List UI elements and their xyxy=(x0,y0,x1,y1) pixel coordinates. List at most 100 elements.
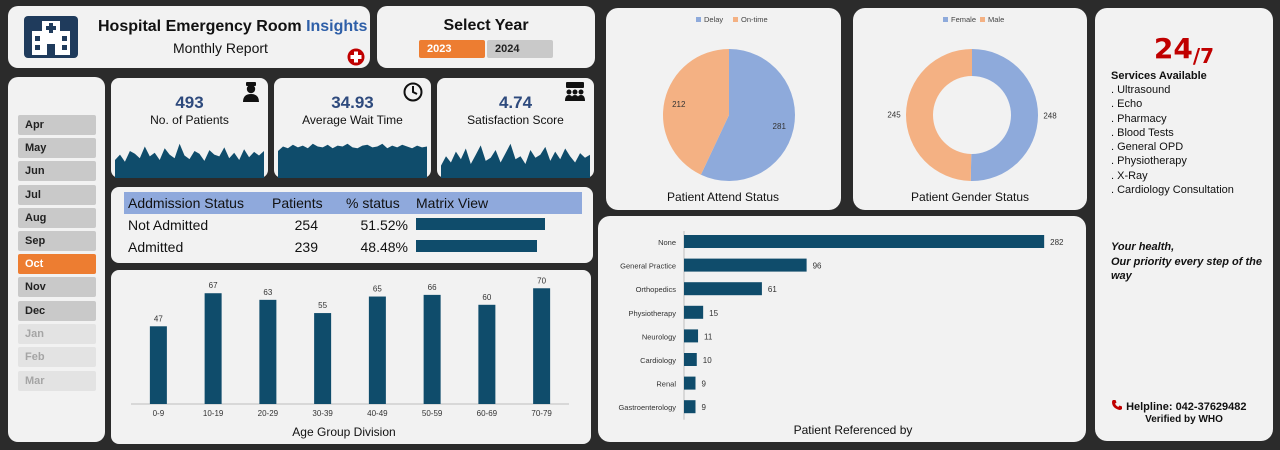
month-button-nov[interactable]: Nov xyxy=(18,277,96,297)
helpline: Helpline: 042-37629482 xyxy=(1111,399,1247,413)
legend-label: On-time xyxy=(741,15,768,24)
tick-label: 10-19 xyxy=(203,409,224,418)
kpi-card-satisfaction: 4.74 Satisfaction Score xyxy=(437,78,594,178)
age-bar xyxy=(423,294,441,404)
month-button-jul[interactable]: Jul xyxy=(18,185,96,205)
data-label: 67 xyxy=(209,281,218,290)
month-button-feb[interactable]: Feb xyxy=(18,347,96,367)
reference-bar xyxy=(684,400,696,414)
data-label: 63 xyxy=(263,288,272,297)
admission-table: Addmission Status Patients % status Matr… xyxy=(124,192,582,258)
referenced-by-card: 282 None 96 General Practice 61 Orthopedics 15… xyxy=(598,216,1086,442)
hours-banner: 24/7 xyxy=(1153,32,1215,68)
title-card: Hospital Emergency Room Insights Monthly… xyxy=(8,6,370,68)
tick-label: 60-69 xyxy=(477,409,498,418)
list-item: . Echo xyxy=(1111,98,1143,111)
table-header-row: Addmission Status Patients % status Matr… xyxy=(124,192,582,214)
legend-label: Male xyxy=(988,15,1004,24)
column-header: Matrix View xyxy=(412,192,582,214)
red-cross-icon xyxy=(347,48,365,66)
legend-swatch xyxy=(980,17,985,22)
reference-bar xyxy=(684,235,1045,248)
dashboard-subtitle: Monthly Report xyxy=(173,40,268,56)
data-label: 9 xyxy=(701,403,706,412)
age-bar xyxy=(368,296,386,404)
month-button-sep[interactable]: Sep xyxy=(18,231,96,251)
age-group-chart: 47 0-9 67 10-19 63 20-29 55 30-39 65 40-49 66 50-59… xyxy=(131,276,569,439)
patients-cell: 239 xyxy=(294,239,318,255)
pie-slice xyxy=(905,49,972,181)
matrix-cell xyxy=(412,236,582,258)
sparkline-wait-time xyxy=(278,143,427,178)
age-bar xyxy=(204,293,222,404)
year-button-2024[interactable]: 2024 xyxy=(487,40,553,58)
kpi-label: No. of Patients xyxy=(150,113,229,127)
matrix-cell xyxy=(412,214,582,236)
month-button-may[interactable]: May xyxy=(18,138,96,158)
sparkline-area xyxy=(441,143,590,178)
reference-bar xyxy=(684,282,762,296)
slice-label: 248 xyxy=(1043,112,1057,121)
month-button-jun[interactable]: Jun xyxy=(18,161,96,181)
status-cell: Not Admitted xyxy=(128,217,209,233)
month-button-jan[interactable]: Jan xyxy=(18,324,96,344)
data-label: 70 xyxy=(537,276,546,285)
list-item: . X-Ray xyxy=(1111,169,1148,182)
month-button-mar[interactable]: Mar xyxy=(18,371,96,391)
legend-label: Delay xyxy=(704,15,723,24)
tick-label: 70-79 xyxy=(531,409,552,418)
table-row: Not Admitted 254 51.52% xyxy=(124,214,582,236)
kpi-value: 34.93 xyxy=(331,93,374,112)
tick-label: Physiotherapy xyxy=(628,309,676,318)
age-bar xyxy=(314,313,332,404)
month-slicer: Apr May Jun Jul Aug Sep Oct Nov Dec Jan … xyxy=(8,77,105,442)
sparkline-area xyxy=(115,143,264,178)
tick-label: Gastroenterology xyxy=(618,403,676,412)
column-header: Patients xyxy=(268,192,342,214)
list-item: . Physiotherapy xyxy=(1111,155,1187,168)
tick-label: Neurology xyxy=(642,332,676,341)
kpi-card-patients: 493 No. of Patients xyxy=(111,78,268,178)
data-label: 47 xyxy=(154,314,163,323)
reference-bar xyxy=(684,353,697,366)
legend-swatch xyxy=(733,17,738,22)
slice-label: 212 xyxy=(672,100,686,109)
table-row: Admitted 239 48.48% xyxy=(124,236,582,258)
attend-status-pie: Delay On-time 281 212 Patient Attend Status xyxy=(663,15,795,204)
tick-label: Renal xyxy=(656,380,676,389)
age-bar xyxy=(259,299,277,404)
list-item: . Cardiology Consultation xyxy=(1111,184,1234,197)
chart-title: Patient Referenced by xyxy=(794,423,913,437)
kpi-card-wait-time: 34.93 Average Wait Time xyxy=(274,78,431,178)
legend-swatch xyxy=(943,17,948,22)
tick-label: 30-39 xyxy=(312,409,333,418)
reference-bar xyxy=(684,376,696,390)
year-button-2023[interactable]: 2023 xyxy=(419,40,485,58)
dashboard-title: Hospital Emergency Room Insights xyxy=(98,18,368,35)
month-button-oct[interactable]: Oct xyxy=(18,254,96,274)
list-item: . General OPD xyxy=(1111,141,1184,154)
tick-label: 0-9 xyxy=(153,409,165,418)
year-selector-label: Select Year xyxy=(443,17,529,34)
reference-bar xyxy=(684,258,807,272)
phone-icon xyxy=(1112,400,1122,410)
slice-label: 245 xyxy=(887,110,901,119)
data-label: 282 xyxy=(1050,238,1064,247)
attend-status-card: Delay On-time 281 212 Patient Attend Status xyxy=(606,8,841,210)
services-card: 24/7 Services Available . Ultrasound . E… xyxy=(1095,8,1273,441)
kpi-label: Average Wait Time xyxy=(302,113,403,127)
patients-cell: 254 xyxy=(294,217,318,233)
tick-label: Cardiology xyxy=(640,356,676,365)
gender-status-card: Female Male 248 245 Patient Gender Status xyxy=(853,8,1087,210)
sparkline-patients xyxy=(115,143,264,178)
month-button-dec[interactable]: Dec xyxy=(18,301,96,321)
reference-bar xyxy=(684,329,699,343)
month-button-apr[interactable]: Apr xyxy=(18,115,96,135)
referenced-by-chart: 282 None 96 General Practice 61 Orthopedics 15… xyxy=(618,231,1064,437)
month-button-aug[interactable]: Aug xyxy=(18,208,96,228)
services-heading: Services Available xyxy=(1111,70,1207,82)
list-item: . Ultrasound xyxy=(1111,84,1171,96)
column-header: Addmission Status xyxy=(124,192,268,214)
chart-title: Patient Gender Status xyxy=(911,190,1029,204)
tick-label: 20-29 xyxy=(258,409,279,418)
